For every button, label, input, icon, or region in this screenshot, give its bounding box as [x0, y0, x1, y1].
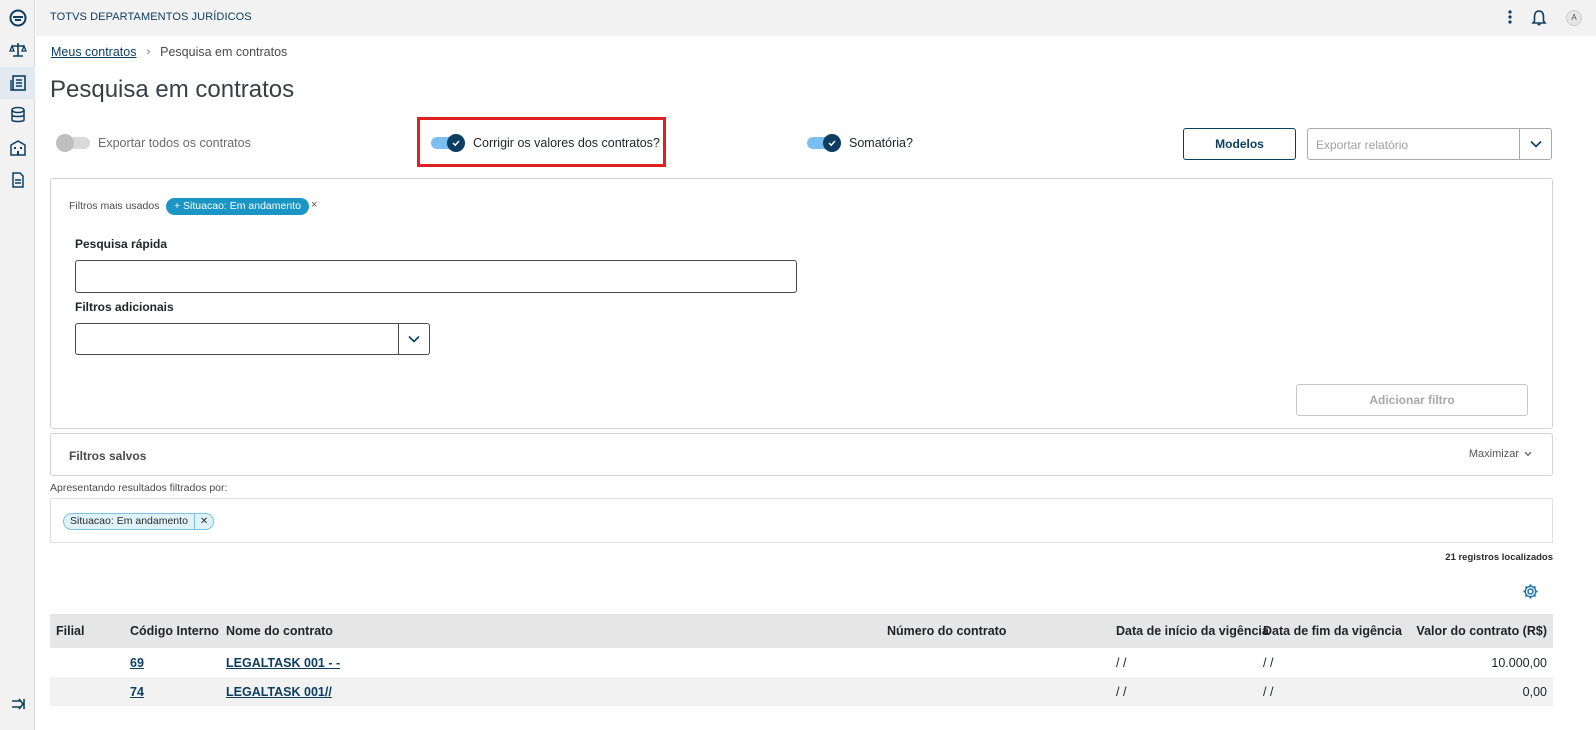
- cell-valor: 10.000,00: [1491, 655, 1547, 670]
- cell-inicio: / /: [1116, 684, 1127, 699]
- header-inicio[interactable]: Data de início da vigência: [1116, 614, 1269, 648]
- logo-icon[interactable]: [0, 2, 35, 34]
- cell-nome-link[interactable]: LEGALTASK 001 - -: [226, 648, 340, 677]
- switch-track[interactable]: [56, 134, 90, 152]
- page-title: Pesquisa em contratos: [50, 76, 295, 103]
- saved-filters-panel[interactable]: Filtros salvos Maximizar: [50, 433, 1553, 476]
- active-filter-chip-label: Situacao: Em andamento: [70, 515, 188, 527]
- export-all-switch[interactable]: Exportar todos os contratos: [56, 134, 251, 152]
- cell-codigo-link[interactable]: 74: [130, 677, 144, 706]
- check-icon: [823, 134, 841, 152]
- cell-valor: 0,00: [1522, 684, 1547, 699]
- header-filial[interactable]: Filial: [56, 614, 84, 648]
- saved-filters-title: Filtros salvos: [69, 449, 147, 463]
- check-icon: [447, 134, 465, 152]
- cell-codigo-link[interactable]: 69: [130, 648, 144, 677]
- database-icon[interactable]: [0, 99, 35, 131]
- table-row[interactable]: 74 LEGALTASK 001// / / / / 0,00: [50, 677, 1553, 706]
- switch-knob: [56, 134, 74, 152]
- quick-search-label: Pesquisa rápida: [75, 237, 168, 251]
- export-report-select[interactable]: Exportar relatório: [1307, 128, 1552, 160]
- maximize-toggle[interactable]: Maximizar: [1469, 448, 1532, 460]
- additional-filters-label: Filtros adicionais: [75, 300, 174, 314]
- filtered-by-label: Apresentando resultados filtrados por:: [50, 482, 228, 494]
- most-used-filter-chip[interactable]: + Situacao: Em andamento: [166, 198, 309, 215]
- most-used-filters-label: Filtros mais usados: [69, 200, 160, 212]
- active-filter-chip[interactable]: Situacao: Em andamento ✕: [63, 513, 215, 530]
- building-icon[interactable]: [0, 132, 35, 164]
- expand-menu-icon[interactable]: [0, 688, 35, 720]
- header-nome[interactable]: Nome do contrato: [226, 614, 333, 648]
- breadcrumb: Meus contratos › Pesquisa em contratos: [51, 45, 287, 59]
- chevron-down-icon[interactable]: [398, 324, 429, 354]
- quick-search-input[interactable]: [75, 260, 797, 293]
- app-title: TOTVS DEPARTAMENTOS JURÍDICOS: [50, 11, 252, 23]
- correct-values-switch[interactable]: Corrigir os valores dos contratos?: [431, 134, 660, 152]
- breadcrumb-link-meus-contratos[interactable]: Meus contratos: [51, 45, 136, 59]
- cell-fim: / /: [1263, 655, 1274, 670]
- export-report-placeholder: Exportar relatório: [1316, 138, 1409, 152]
- records-count: 21 registros localizados: [1445, 552, 1553, 563]
- document-icon[interactable]: [0, 164, 35, 196]
- table-header: Filial Código Interno Nome do contrato N…: [50, 614, 1553, 648]
- active-filters-box: Situacao: Em andamento ✕: [50, 498, 1553, 543]
- contracts-table: Filial Código Interno Nome do contrato N…: [50, 614, 1553, 706]
- chevron-down-icon: [1524, 451, 1532, 457]
- sum-switch[interactable]: Somatória?: [807, 134, 913, 152]
- header: TOTVS DEPARTAMENTOS JURÍDICOS A: [36, 0, 1596, 36]
- chevron-down-icon[interactable]: [1519, 129, 1551, 159]
- table-row[interactable]: 69 LEGALTASK 001 - - / / / / 10.000,00: [50, 648, 1553, 677]
- breadcrumb-current: Pesquisa em contratos: [160, 45, 288, 59]
- switch-track[interactable]: [807, 134, 841, 152]
- header-codigo[interactable]: Código Interno: [130, 614, 219, 648]
- add-filter-button[interactable]: Adicionar filtro: [1296, 384, 1528, 416]
- header-numero[interactable]: Número do contrato: [887, 614, 1006, 648]
- more-options-icon[interactable]: [1504, 8, 1516, 26]
- cell-inicio: / /: [1116, 655, 1127, 670]
- sidebar: [0, 0, 35, 730]
- avatar[interactable]: A: [1566, 10, 1582, 26]
- additional-filters-select[interactable]: [75, 323, 430, 355]
- filters-panel: Filtros mais usados + Situacao: Em andam…: [50, 178, 1553, 429]
- cell-fim: / /: [1263, 684, 1274, 699]
- sum-label: Somatória?: [849, 136, 913, 150]
- header-fim[interactable]: Data de fim da vigência: [1263, 614, 1402, 648]
- correct-values-label: Corrigir os valores dos contratos?: [473, 136, 660, 150]
- models-button[interactable]: Modelos: [1183, 128, 1296, 160]
- contracts-icon[interactable]: [0, 67, 35, 99]
- gear-icon[interactable]: [1522, 583, 1539, 600]
- export-all-label: Exportar todos os contratos: [98, 136, 251, 150]
- switch-track[interactable]: [431, 134, 465, 152]
- notification-bell-icon[interactable]: [1530, 9, 1548, 27]
- maximize-label: Maximizar: [1468, 448, 1519, 460]
- remove-chip-icon[interactable]: ✕: [193, 514, 213, 529]
- chevron-right-icon: ›: [146, 46, 151, 58]
- remove-chip-icon[interactable]: ×: [311, 199, 317, 211]
- cell-nome-link[interactable]: LEGALTASK 001//: [226, 677, 332, 706]
- scale-icon[interactable]: [0, 34, 35, 66]
- header-valor[interactable]: Valor do contrato (R$): [1416, 614, 1547, 648]
